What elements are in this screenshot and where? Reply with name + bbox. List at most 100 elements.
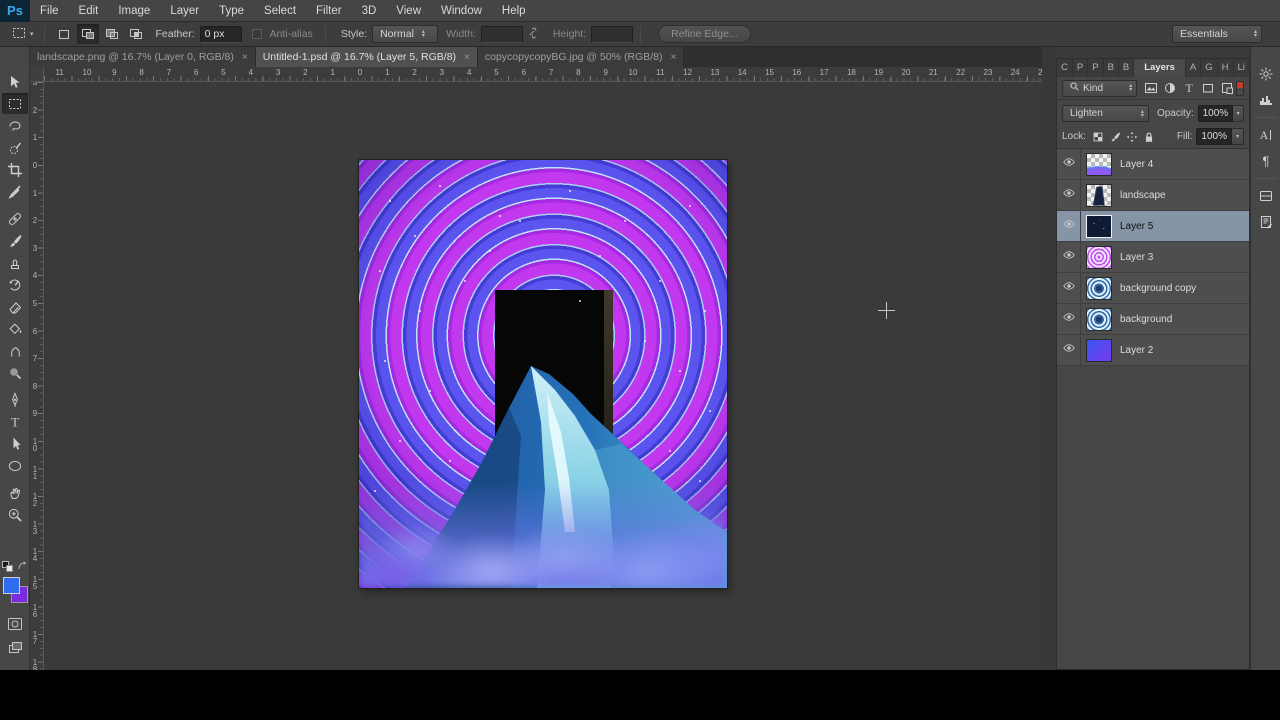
rectangular-marquee-tool[interactable] <box>2 93 28 114</box>
opacity-value[interactable]: 100% <box>1198 105 1234 122</box>
smart-object-filter-icon[interactable] <box>1217 80 1236 97</box>
ruler-origin-corner[interactable] <box>30 67 44 82</box>
layer-visibility-toggle[interactable] <box>1057 211 1081 242</box>
filter-kind-dropdown[interactable]: Kind ▴▾ <box>1062 80 1137 97</box>
subtract-selection-icon[interactable] <box>101 24 123 44</box>
document-tab-2[interactable]: copycopycopyBG.jpg @ 50% (RGB/8)× <box>478 47 684 67</box>
layer-visibility-toggle[interactable] <box>1057 335 1081 366</box>
menu-file[interactable]: File <box>30 0 69 22</box>
tab-close-icon[interactable]: × <box>464 52 470 63</box>
layer-thumbnail[interactable] <box>1086 153 1112 176</box>
layer-row-background-copy[interactable]: background copy <box>1057 273 1249 304</box>
workspace-switcher[interactable]: Essentials ▴▾ <box>1172 25 1262 43</box>
layer-name[interactable]: Layer 3 <box>1120 252 1153 263</box>
layer-thumbnail[interactable] <box>1086 339 1112 362</box>
swap-colors-icon[interactable] <box>17 559 28 573</box>
menu-window[interactable]: Window <box>431 0 492 22</box>
layer-thumbnail[interactable] <box>1086 215 1112 238</box>
layer-visibility-toggle[interactable] <box>1057 180 1081 211</box>
document-canvas[interactable] <box>359 160 727 588</box>
panel-tab-collapsed[interactable]: G <box>1201 59 1217 77</box>
panel-tab-collapsed[interactable]: B <box>1104 59 1119 77</box>
properties-icon[interactable] <box>1251 183 1280 209</box>
clone-stamp-tool[interactable] <box>2 252 28 273</box>
crop-tool[interactable] <box>2 159 28 180</box>
eraser-tool[interactable] <box>2 296 28 317</box>
width-input[interactable] <box>481 26 523 43</box>
blend-mode-dropdown[interactable]: Lighten ▴▾ <box>1062 105 1149 122</box>
layer-visibility-toggle[interactable] <box>1057 273 1081 304</box>
panel-tab-collapsed[interactable]: P <box>1088 59 1103 77</box>
layer-row-layer-5[interactable]: Layer 5 <box>1057 211 1249 242</box>
adjustments-icon[interactable] <box>1251 61 1280 87</box>
layer-row-layer-4[interactable]: Layer 4 <box>1057 149 1249 180</box>
layer-name[interactable]: Layer 2 <box>1120 345 1153 356</box>
tab-close-icon[interactable]: × <box>242 52 248 63</box>
fill-dropdown-arrow[interactable]: ▾ <box>1232 128 1244 145</box>
lock-transparency-icon[interactable] <box>1090 128 1107 145</box>
layer-thumbnail[interactable] <box>1086 308 1112 331</box>
adjustment-filter-icon[interactable] <box>1160 80 1179 97</box>
layer-name[interactable]: landscape <box>1120 190 1166 201</box>
layer-row-landscape[interactable]: landscape <box>1057 180 1249 211</box>
panel-tab-collapsed[interactable]: Li <box>1234 59 1250 77</box>
intersect-selection-icon[interactable] <box>125 24 147 44</box>
lock-all-icon[interactable] <box>1141 128 1158 145</box>
layer-name[interactable]: background copy <box>1120 283 1196 294</box>
menu-help[interactable]: Help <box>492 0 536 22</box>
layer-thumbnail[interactable] <box>1086 246 1112 269</box>
opacity-dropdown-arrow[interactable]: ▾ <box>1233 105 1244 122</box>
document-tab-0[interactable]: landscape.png @ 16.7% (Layer 0, RGB/8)× <box>30 47 256 67</box>
document-tab-1[interactable]: Untitled-1.psd @ 16.7% (Layer 5, RGB/8)× <box>256 47 478 67</box>
layer-visibility-toggle[interactable] <box>1057 149 1081 180</box>
ellipse-tool[interactable] <box>2 455 28 476</box>
spot-healing-brush-tool[interactable] <box>2 208 28 229</box>
layer-row-background[interactable]: background <box>1057 304 1249 335</box>
menu-3d[interactable]: 3D <box>352 0 387 22</box>
layer-visibility-toggle[interactable] <box>1057 304 1081 335</box>
filter-toggle-icon[interactable] <box>1236 81 1244 96</box>
style-dropdown[interactable]: Normal ▴▾ <box>372 25 438 43</box>
shape-filter-icon[interactable] <box>1198 80 1217 97</box>
foreground-color-swatch[interactable] <box>3 577 20 594</box>
panel-tab-collapsed[interactable]: P <box>1073 59 1088 77</box>
history-brush-tool[interactable] <box>2 274 28 295</box>
paint-bucket-tool[interactable] <box>2 318 28 339</box>
hand-tool[interactable] <box>2 482 28 503</box>
quick-selection-tool[interactable] <box>2 137 28 158</box>
character-icon[interactable]: A <box>1251 122 1280 148</box>
panel-tab-layers[interactable]: Layers <box>1134 59 1186 77</box>
layer-row-layer-3[interactable]: Layer 3 <box>1057 242 1249 273</box>
zoom-tool[interactable] <box>2 504 28 525</box>
layer-thumbnail[interactable] <box>1086 184 1112 207</box>
layer-name[interactable]: Layer 5 <box>1120 221 1153 232</box>
antialias-checkbox[interactable] <box>252 29 262 39</box>
refine-edge-button[interactable]: Refine Edge... <box>658 25 751 43</box>
path-selection-tool[interactable] <box>2 433 28 454</box>
dodge-tool[interactable] <box>2 362 28 383</box>
height-input[interactable] <box>591 26 633 43</box>
notes-icon[interactable] <box>1251 209 1280 235</box>
image-filter-icon[interactable] <box>1141 80 1160 97</box>
layer-name[interactable]: Layer 4 <box>1120 159 1153 170</box>
smudge-tool[interactable] <box>2 340 28 361</box>
tab-close-icon[interactable]: × <box>670 52 676 63</box>
panel-tab-collapsed[interactable]: H <box>1218 59 1234 77</box>
menu-filter[interactable]: Filter <box>306 0 352 22</box>
default-colors-icon[interactable] <box>2 559 13 573</box>
vertical-ruler[interactable]: 3210123456789101112131415161718 <box>30 82 44 670</box>
tool-preset-picker[interactable]: ▾ <box>8 23 37 46</box>
screen-mode-button[interactable] <box>2 637 28 658</box>
panel-tab-collapsed[interactable]: C <box>1057 59 1073 77</box>
layer-visibility-toggle[interactable] <box>1057 242 1081 273</box>
pen-tool[interactable] <box>2 389 28 410</box>
menu-view[interactable]: View <box>386 0 431 22</box>
type-tool[interactable]: T <box>2 411 28 432</box>
quick-mask-button[interactable] <box>2 613 28 634</box>
eyedropper-tool[interactable] <box>2 181 28 202</box>
brush-tool[interactable] <box>2 230 28 251</box>
new-selection-icon[interactable] <box>53 24 75 44</box>
menu-layer[interactable]: Layer <box>160 0 209 22</box>
panel-tab-collapsed[interactable]: B <box>1119 59 1134 77</box>
menu-type[interactable]: Type <box>209 0 254 22</box>
